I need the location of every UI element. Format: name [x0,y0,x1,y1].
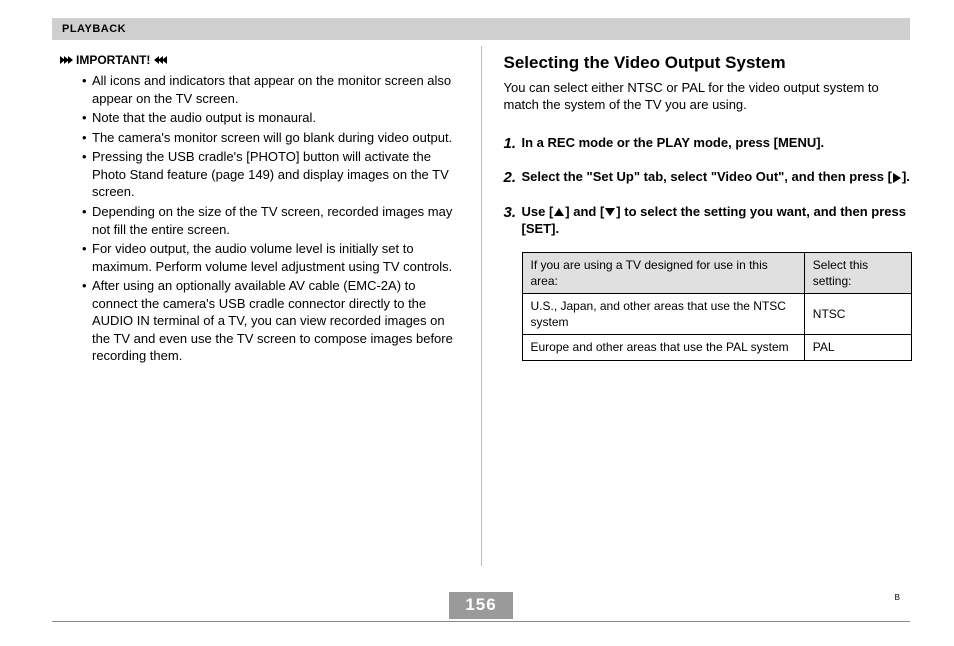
section-heading: Selecting the Video Output System [504,52,911,75]
important-callout: IMPORTANT! [52,52,459,68]
table-cell-setting: NTSC [804,294,911,335]
table-header-setting: Select this setting: [804,252,911,293]
table-header-area: If you are using a TV designed for use i… [522,252,804,293]
list-item: After using an optionally available AV c… [82,277,459,365]
step-text: Use [] and [] to select the setting you … [522,203,911,238]
content-columns: IMPORTANT! All icons and indicators that… [52,52,910,582]
section-intro: You can select either NTSC or PAL for th… [504,79,911,114]
list-item: Note that the audio output is monaural. [82,109,459,127]
table-row: Europe and other areas that use the PAL … [522,335,911,360]
up-arrow-icon [554,208,564,216]
list-item: The camera's monitor screen will go blan… [82,129,459,147]
list-item: Depending on the size of the TV screen, … [82,203,459,238]
step-number: 3 [504,203,522,238]
step-2: 2 Select the "Set Up" tab, select "Video… [504,168,911,188]
right-column: Selecting the Video Output System You ca… [500,52,911,582]
step-number: 1 [504,134,522,154]
left-column: IMPORTANT! All icons and indicators that… [52,52,463,582]
table-cell-area: U.S., Japan, and other areas that use th… [522,294,804,335]
list-item: For video output, the audio volume level… [82,240,459,275]
step-3: 3 Use [] and [] to select the setting yo… [504,203,911,238]
table-header-row: If you are using a TV designed for use i… [522,252,911,293]
step-text: Select the "Set Up" tab, select "Video O… [522,168,911,188]
column-divider [481,46,482,566]
important-label: IMPORTANT! [76,52,150,68]
section-header-text: PLAYBACK [62,22,126,37]
right-arrow-icon [893,173,901,183]
table-cell-area: Europe and other areas that use the PAL … [522,335,804,360]
page-number-wrap: 156 [52,592,910,619]
list-item: All icons and indicators that appear on … [82,72,459,107]
step-text: In a REC mode or the PLAY mode, press [M… [522,134,911,154]
page-number: 156 [449,592,512,619]
list-item: Pressing the USB cradle's [PHOTO] button… [82,148,459,201]
important-bullet-list: All icons and indicators that appear on … [52,72,459,365]
table-row: U.S., Japan, and other areas that use th… [522,294,911,335]
step-number: 2 [504,168,522,188]
page-footer: 156 [52,592,910,622]
section-header-bar: PLAYBACK [52,18,910,40]
step-1: 1 In a REC mode or the PLAY mode, press … [504,134,911,154]
corner-mark: B [895,593,900,604]
video-system-table: If you are using a TV designed for use i… [522,252,912,361]
forward-arrows-icon [60,52,72,68]
table-cell-setting: PAL [804,335,911,360]
manual-page: PLAYBACK IMPORTANT! All icons and indica… [52,18,910,626]
footer-rule [52,621,910,622]
down-arrow-icon [605,208,615,216]
back-arrows-icon [154,52,166,68]
